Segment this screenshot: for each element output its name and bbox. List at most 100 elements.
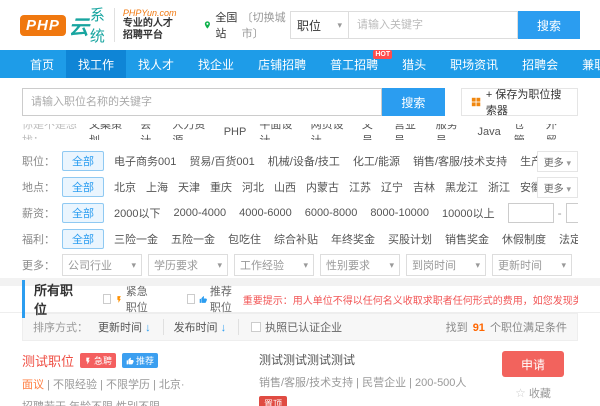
nav-item-headhunter[interactable]: 猎头 [390, 50, 438, 78]
filter-option[interactable]: 8000-10000 [370, 207, 429, 219]
filter-option[interactable]: 销售奖金 [445, 231, 489, 247]
dropdown-gender[interactable]: 性别要求 ▾ [320, 254, 400, 276]
site-logo[interactable]: PHP 云 系统 PHPYun.com 专业的人才招聘平台 [20, 4, 177, 46]
filter-row-job-category: 职位： 全部 电子商务001 贸易/百货001 机械/设备/技工 化工/能源 销… [22, 148, 578, 174]
filter-all-chip[interactable]: 全部 [62, 177, 104, 197]
tab-urgent-jobs[interactable]: 紧急职位 [102, 283, 159, 315]
filter-option[interactable]: 吉林 [413, 179, 435, 195]
search-category-select[interactable]: 职位 ▾ [290, 11, 348, 39]
urgent-checkbox[interactable] [102, 294, 111, 304]
salary-max-input[interactable] [565, 203, 578, 223]
apply-button[interactable]: 申请 [502, 351, 564, 377]
nav-item-find-job[interactable]: 找工作 [66, 50, 127, 78]
nav-item-career-news[interactable]: 职场资讯 [438, 50, 510, 78]
important-notice: 重要提示：用人单位不得以任何名义收取求职者任何形式的费用，如您发现类似情况请立即… [242, 295, 578, 307]
nav-item-home[interactable]: 首页 [18, 50, 66, 78]
filter-option[interactable]: 2000以下 [114, 205, 160, 221]
sort-by-update[interactable]: 更新时间 ↓ [98, 319, 164, 335]
chevron-down-icon: ▾ [566, 157, 571, 168]
licensed-checkbox[interactable] [251, 322, 262, 332]
save-search-button[interactable]: + 保存为职位搜索器 [460, 88, 578, 117]
more-button[interactable]: 更多 ▾ [536, 150, 578, 172]
filter-option[interactable]: 10000以上 [442, 205, 495, 221]
city-selector[interactable]: 全国站 〔切换城市〕 [203, 9, 290, 41]
tab-all-jobs[interactable]: 所有职位 [22, 280, 75, 318]
nav-item-find-talent[interactable]: 找人才 [126, 50, 186, 78]
licensed-label: 执照已认证企业 [265, 322, 343, 334]
recommend-checkbox[interactable] [186, 294, 195, 304]
filter-option[interactable]: 重庆 [210, 179, 232, 195]
company-name-link[interactable]: 测试测试测试测试 [259, 351, 488, 368]
filter-option[interactable]: 辽宁 [381, 179, 403, 195]
job-title-link[interactable]: 测试职位 [22, 351, 74, 370]
suggest-keyword[interactable]: 文案策划 [89, 124, 127, 140]
filter-row-salary: 薪资： 全部 2000以下 2000-4000 4000-6000 6000-8… [22, 200, 578, 226]
filter-option[interactable]: 内蒙古 [306, 179, 339, 195]
dropdown-experience[interactable]: 工作经验 ▾ [234, 254, 314, 276]
filter-option[interactable]: 6000-8000 [305, 207, 358, 219]
suggest-keyword[interactable]: PHP [224, 126, 247, 138]
filter-option[interactable]: 北京 [114, 179, 136, 195]
tab-recommend-jobs[interactable]: 推荐职位 [186, 283, 243, 315]
suggest-keyword[interactable]: 人力资源 [172, 124, 210, 140]
sort-by-publish[interactable]: 发布时间 ↓ [174, 319, 240, 335]
filter-option[interactable]: 上海 [146, 179, 168, 195]
filter-panel: 职位： 全部 电子商务001 贸易/百货001 机械/设备/技工 化工/能源 销… [22, 148, 578, 278]
tab-urgent-label: 紧急职位 [125, 286, 148, 314]
filter-option[interactable]: 五险一金 [171, 231, 215, 247]
more-label: 更多 [543, 183, 564, 195]
filter-option[interactable]: 黑龙江 [445, 179, 478, 195]
chevron-down-icon: ▾ [217, 259, 222, 270]
filter-option[interactable]: 江苏 [349, 179, 371, 195]
suggest-keyword[interactable]: 仓管 [514, 124, 533, 140]
filter-option[interactable]: 化工/能源 [353, 153, 400, 169]
suggest-keyword[interactable]: 文员 [362, 124, 381, 140]
filter-option[interactable]: 机械/设备/技工 [268, 153, 340, 169]
filter-option[interactable]: 三险一金 [114, 231, 158, 247]
filter-option[interactable]: 买股计划 [388, 231, 432, 247]
filter-option[interactable]: 综合补贴 [274, 231, 318, 247]
filter-all-chip[interactable]: 全部 [62, 229, 104, 249]
filter-option[interactable]: 2000-4000 [173, 207, 226, 219]
filter-option[interactable]: 天津 [178, 179, 200, 195]
collect-button[interactable]: ☆ 收藏 [515, 385, 551, 401]
suggest-keyword[interactable]: 营业员 [394, 124, 423, 140]
filter-option[interactable]: 4000-6000 [239, 207, 292, 219]
switch-city-link[interactable]: 〔切换城市〕 [242, 9, 290, 41]
nav-item-general-worker[interactable]: 普工招聘 HOT [318, 50, 393, 78]
more-button[interactable]: 更多 ▾ [536, 176, 578, 198]
job-search-button[interactable]: 搜索 [382, 88, 445, 116]
filter-option[interactable]: 山西 [274, 179, 296, 195]
filter-option[interactable]: 贸易/百货001 [189, 153, 254, 169]
filter-option[interactable]: 年终奖金 [331, 231, 375, 247]
header-search-button[interactable]: 搜索 [518, 11, 580, 39]
filter-option[interactable]: 河北 [242, 179, 264, 195]
filter-option[interactable]: 浙江 [488, 179, 510, 195]
dropdown-company-industry[interactable]: 公司行业 ▾ [62, 254, 142, 276]
nav-item-part-time[interactable]: 兼职 [570, 50, 600, 78]
header-search-input[interactable] [348, 11, 518, 39]
licensed-only-toggle[interactable]: 执照已认证企业 [251, 319, 342, 335]
filter-option[interactable]: 法定节假日 [559, 231, 578, 247]
suggest-keyword[interactable]: 平面设计 [259, 124, 297, 140]
filter-option[interactable]: 电子商务001 [114, 153, 176, 169]
salary-min-input[interactable] [507, 203, 554, 223]
dropdown-education[interactable]: 学历要求 ▾ [148, 254, 228, 276]
tab-recommend-label: 推荐职位 [209, 286, 232, 314]
job-search-input[interactable] [22, 88, 382, 116]
filter-option[interactable]: 休假制度 [502, 231, 546, 247]
dropdown-arrival-time[interactable]: 到岗时间 ▾ [406, 254, 486, 276]
suggest-keyword[interactable]: Java [477, 126, 500, 138]
suggest-keyword[interactable]: 服务员 [436, 124, 465, 140]
suggest-keyword[interactable]: 会计 [140, 124, 159, 140]
nav-item-shop-recruit[interactable]: 店铺招聘 [246, 50, 318, 78]
suggest-keyword[interactable]: 外贸 [546, 124, 565, 140]
nav-item-job-fair[interactable]: 招聘会 [510, 50, 570, 78]
filter-option[interactable]: 包吃住 [228, 231, 261, 247]
dropdown-update-time[interactable]: 更新时间 ▾ [492, 254, 572, 276]
filter-all-chip[interactable]: 全部 [62, 203, 104, 223]
suggest-keyword[interactable]: 网页设计 [311, 124, 349, 140]
nav-item-find-company[interactable]: 找企业 [186, 50, 246, 78]
filter-option[interactable]: 销售/客服/技术支持 [413, 153, 507, 169]
filter-all-chip[interactable]: 全部 [62, 151, 104, 171]
